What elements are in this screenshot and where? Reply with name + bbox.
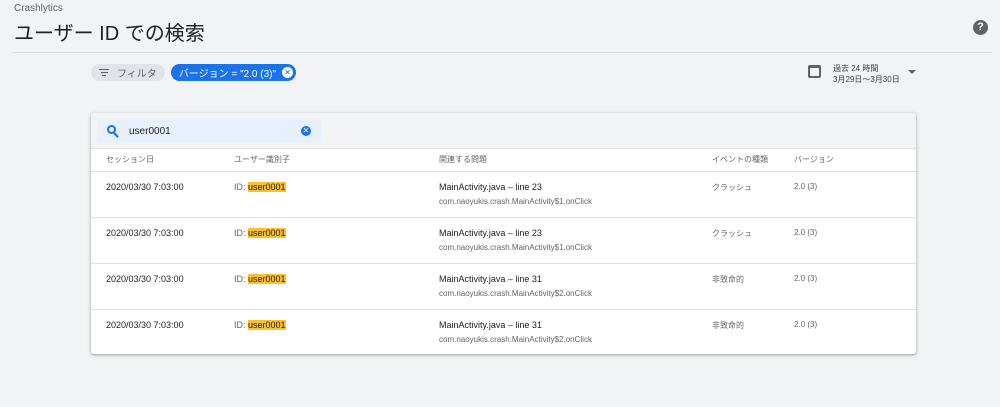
issue-subtitle: com.naoyukis.crash.MainActivity$2.onClic… [439, 288, 592, 298]
table-row[interactable]: 2020/03/30 7:03:00 ID: user0001 MainActi… [91, 309, 916, 354]
table-header-row: セッション日 ユーザー識別子 関連する問題 イベントの種類 バージョン [91, 149, 916, 172]
version: 2.0 (3) [794, 319, 818, 329]
id-prefix: ID: [234, 319, 249, 330]
search-bar: user0001 ✕ [91, 113, 916, 149]
header-version[interactable]: バージョン [794, 149, 916, 172]
issue-title[interactable]: MainActivity.java – line 23 [439, 228, 712, 238]
user-id-cell: ID: user0001 [234, 309, 439, 354]
filter-icon [99, 68, 109, 77]
event-type: クラッシュ [712, 171, 794, 218]
version: 2.0 (3) [794, 171, 916, 218]
event-type: クラッシュ [712, 217, 794, 264]
user-id: user0001 [248, 227, 286, 238]
date-range-dates: 3月29日～3月30日 [833, 75, 900, 84]
session-date: 2020/03/30 7:03:00 [91, 217, 234, 264]
session-date: 2020/03/30 7:03:00 [91, 263, 234, 310]
issue-title[interactable]: MainActivity.java – line 23 [439, 182, 712, 192]
filter-label: フィルタ [117, 69, 157, 80]
id-prefix: ID: [234, 273, 249, 284]
header-related-issue[interactable]: 関連する問題 [439, 149, 712, 172]
app-name: Crashlytics [14, 3, 63, 14]
table-row[interactable]: 2020/03/30 7:03:00 ID: user0001 MainActi… [91, 263, 916, 310]
help-icon[interactable]: ? [973, 20, 988, 35]
page-title: ユーザー ID での検索 [14, 23, 205, 45]
date-range-label: 過去 24 時間 [833, 64, 879, 73]
page-header: Crashlytics ユーザー ID での検索 [14, 3, 205, 46]
version: 2.0 (3) [794, 217, 916, 264]
search-icon [107, 125, 119, 138]
issue-cell[interactable]: MainActivity.java – line 23 com.naoyukis.… [439, 171, 712, 218]
header-event-type[interactable]: イベントの種類 [712, 149, 794, 172]
header-session-date[interactable]: セッション日 [91, 149, 234, 172]
version-filter-chip[interactable]: バージョン = "2.0 (3)" ✕ [170, 64, 297, 81]
issue-cell[interactable]: MainActivity.java – line 31 com.naoyukis.… [439, 263, 712, 310]
user-id-cell: ID: user0001 [234, 263, 439, 310]
results-table: セッション日 ユーザー識別子 関連する問題 イベントの種類 バージョン 2020… [91, 149, 916, 354]
calendar-icon [808, 65, 821, 78]
header-user-id[interactable]: ユーザー識別子 [234, 149, 439, 172]
table-row[interactable]: 2020/03/30 7:03:00 ID: user0001 MainActi… [91, 217, 916, 264]
user-id-cell: ID: user0001 [234, 217, 439, 264]
header-divider [12, 52, 992, 53]
chevron-down-icon [907, 70, 916, 74]
table-row[interactable]: 2020/03/30 7:03:00 ID: user0001 MainActi… [91, 171, 916, 218]
issue-title[interactable]: MainActivity.java – line 31 [439, 320, 712, 330]
issue-title[interactable]: MainActivity.java – line 31 [439, 274, 712, 284]
issue-subtitle: com.naoyukis.crash.MainActivity$1.onClic… [439, 242, 592, 252]
user-id: user0001 [248, 273, 286, 284]
close-icon[interactable]: ✕ [282, 67, 294, 78]
user-id: user0001 [248, 319, 286, 330]
search-value: user0001 [129, 125, 171, 137]
session-date: 2020/03/30 7:03:00 [106, 319, 184, 330]
issue-cell[interactable]: MainActivity.java – line 31 com.naoyukis.… [439, 309, 712, 354]
filter-bar: フィルタ バージョン = "2.0 (3)" ✕ [91, 64, 297, 81]
date-range-picker[interactable]: 過去 24 時間 3月29日～3月30日 [808, 63, 916, 85]
results-card: user0001 ✕ セッション日 ユーザー識別子 関連する問題 イベントの種類… [91, 113, 916, 354]
user-id: user0001 [248, 181, 286, 192]
issue-subtitle: com.naoyukis.crash.MainActivity$2.onClic… [439, 334, 592, 344]
clear-search-icon[interactable]: ✕ [301, 126, 311, 136]
issue-subtitle: com.naoyukis.crash.MainActivity$1.onClic… [439, 196, 592, 206]
event-type: 非致命的 [712, 320, 744, 330]
version: 2.0 (3) [794, 263, 916, 310]
user-id-cell: ID: user0001 [234, 171, 439, 218]
id-prefix: ID: [234, 227, 249, 238]
filter-button[interactable]: フィルタ [91, 64, 165, 81]
search-input[interactable]: user0001 ✕ [97, 119, 321, 143]
issue-cell[interactable]: MainActivity.java – line 23 com.naoyukis.… [439, 217, 712, 264]
version-chip-label: バージョン = "2.0 (3)" [178, 69, 277, 80]
id-prefix: ID: [234, 181, 249, 192]
session-date: 2020/03/30 7:03:00 [91, 171, 234, 218]
event-type: 非致命的 [712, 263, 794, 310]
